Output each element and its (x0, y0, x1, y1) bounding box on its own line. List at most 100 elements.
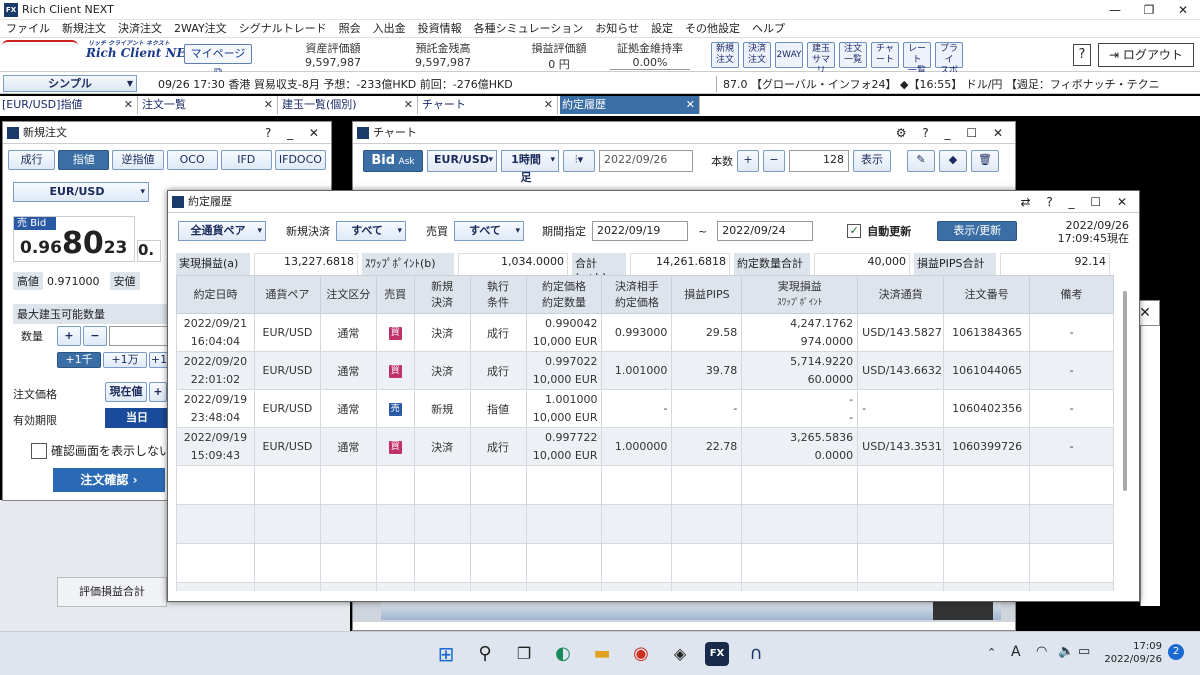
col-header[interactable]: 通貨ペア (253, 275, 321, 314)
chart-period-select[interactable]: 1時間足 (501, 150, 559, 184)
order-type-stop[interactable]: 逆指値 (112, 150, 164, 170)
settle-filter-select[interactable]: すべて (336, 221, 406, 241)
chart-navigator[interactable] (381, 602, 1001, 620)
tab-close-icon[interactable]: ✕ (686, 96, 695, 114)
header-chart-button[interactable]: チャ ート (871, 42, 899, 68)
header-price-board-button[interactable]: プライ スボ (935, 42, 963, 76)
notification-badge[interactable]: 2 (1168, 644, 1184, 660)
menu-2way[interactable]: 2WAY注文 (168, 20, 233, 38)
qty-input[interactable] (109, 326, 169, 346)
period-to-input[interactable]: 2022/09/24 (717, 221, 814, 241)
tab-chart[interactable]: チャート ✕ (420, 96, 558, 114)
confirm-checkbox[interactable] (31, 442, 47, 459)
tray-chevron-icon[interactable]: ⌃ (987, 646, 996, 659)
refresh-button[interactable]: 表示/更新 (937, 221, 1018, 241)
menu-new-order[interactable]: 新規注文 (56, 20, 112, 38)
sell-price-box[interactable]: 売 Bid 0.968023 (13, 216, 135, 262)
bid-ask-toggle[interactable]: Bid Ask (363, 150, 423, 172)
menu-help[interactable]: ヘルプ (746, 20, 791, 38)
eraser-tool-icon[interactable]: ◆ (939, 150, 967, 172)
col-header[interactable]: 実現損益 ｽﾜｯﾌﾟﾎﾟｲﾝﾄ (741, 275, 859, 314)
table-row[interactable]: 2022/09/19 EUR/USD 通常売新規 指値 1.001000- - - -1060… (176, 389, 1114, 428)
pair-filter-select[interactable]: 全通貨ペア (178, 221, 266, 241)
candle-type-icon[interactable]: ⫶▾ (563, 150, 595, 172)
col-header[interactable]: 約定価格 約定数量 (525, 275, 603, 314)
minimize-icon[interactable]: — (1098, 0, 1132, 20)
tab-execution-history[interactable]: 約定履歴 ✕ (560, 96, 700, 114)
side-filter-select[interactable]: すべて (454, 221, 524, 241)
table-row[interactable]: 2022/09/19 EUR/USD 通常買決済 成行 0.997722 1.000000… (176, 427, 1114, 466)
col-header[interactable]: 売買 (375, 275, 415, 314)
col-header[interactable]: 約定日時 (176, 275, 255, 314)
window-controls[interactable]: ⇄ ? _ ☐ ✕ (1021, 191, 1134, 213)
bar-count-plus[interactable]: + (737, 150, 759, 172)
trash-tool-icon[interactable]: 🗑 (971, 150, 999, 172)
header-2way-button[interactable]: 2WAY (775, 42, 803, 68)
col-header[interactable]: 決済相手 約定価格 (601, 275, 673, 314)
tab-close-icon[interactable]: ✕ (404, 96, 413, 114)
order-type-oco[interactable]: OCO (166, 150, 218, 170)
header-new-order-button[interactable]: 新規 注文 (711, 42, 739, 68)
window-controls[interactable]: ? _ ✕ (265, 122, 325, 144)
expiry-select[interactable]: 当日 (105, 408, 169, 428)
bar-count-input[interactable]: 128 (789, 150, 849, 172)
logout-button[interactable]: ⇥ ログアウト (1098, 43, 1194, 67)
auto-update-checkbox[interactable]: ✓ (847, 224, 862, 238)
fx-app-taskbar-icon[interactable]: FX (705, 642, 729, 666)
price-type-button[interactable]: 現在値 (105, 382, 147, 402)
windows-start-icon[interactable]: ⊞ (434, 642, 458, 666)
tab-close-icon[interactable]: ✕ (544, 96, 553, 114)
task-view-icon[interactable]: ❐ (512, 642, 536, 666)
qty-minus-button[interactable]: − (83, 326, 107, 346)
buy-price-box[interactable]: 0. (137, 240, 161, 262)
wifi-icon[interactable]: ◠ (1036, 644, 1047, 659)
chart-pair-select[interactable]: EUR/USD (427, 150, 497, 172)
pen-tool-icon[interactable]: ✎ (907, 150, 935, 172)
tab-position-list[interactable]: 建玉一覧(個別) ✕ (280, 96, 418, 114)
chart-show-button[interactable]: 表示 (853, 150, 891, 172)
menu-settings[interactable]: 設定 (645, 20, 679, 38)
qty-plus-button[interactable]: + (57, 326, 81, 346)
col-header[interactable]: 注文区分 (319, 275, 377, 314)
edge-browser-icon[interactable]: ◐ (551, 642, 575, 666)
chart-date-input[interactable]: 2022/09/26 (599, 150, 693, 172)
navigator-handle[interactable] (933, 602, 993, 620)
economic-news-ticker[interactable]: 09/26 17:30 香港 貿易収支-8月 予想：-233億HKD 前回：-2… (158, 76, 513, 92)
menu-investment-info[interactable]: 投資情報 (412, 20, 468, 38)
tab-close-icon[interactable]: ✕ (124, 96, 133, 114)
view-mode-select[interactable]: シンプル ▼ (3, 75, 137, 92)
tab-order-list[interactable]: 注文一覧 ✕ (140, 96, 278, 114)
period-from-input[interactable]: 2022/09/19 (592, 221, 688, 241)
col-header[interactable]: 新規 決済 (413, 275, 471, 314)
menu-other-settings[interactable]: その他設定 (679, 20, 746, 38)
header-rate-list-button[interactable]: レート 一覧 (903, 42, 931, 76)
tab-eurusd-limit[interactable]: [EUR/USD]指値 ✕ (0, 96, 138, 114)
ime-indicator[interactable]: A (1011, 644, 1021, 660)
app-taskbar-icon[interactable]: ∩ (744, 642, 768, 666)
quick-qty-more[interactable]: +1 (149, 352, 169, 368)
tab-close-icon[interactable]: ✕ (264, 96, 273, 114)
col-header[interactable]: 損益PIPS (671, 275, 743, 314)
app-pin-icon[interactable]: ◈ (668, 642, 692, 666)
maximize-icon[interactable]: ❐ (1132, 0, 1166, 20)
speaker-icon[interactable]: 🔈 (1058, 644, 1074, 659)
col-header[interactable]: 備考 (1029, 275, 1114, 314)
menu-simulation[interactable]: 各種シミュレーション (468, 20, 590, 38)
menu-settle-order[interactable]: 決済注文 (112, 20, 168, 38)
table-row[interactable]: 2022/09/20 EUR/USD 通常買決済 成行 0.997022 1.001000… (176, 351, 1114, 390)
menu-inquiry[interactable]: 照会 (333, 20, 367, 38)
menu-news[interactable]: お知らせ (589, 20, 645, 38)
header-position-summary-button[interactable]: 建玉 サマリ (807, 42, 835, 76)
menu-signal-trade[interactable]: シグナルトレード (233, 20, 333, 38)
file-explorer-icon[interactable]: ▬ (590, 642, 614, 666)
menu-deposit[interactable]: 入出金 (367, 20, 412, 38)
order-confirm-button[interactable]: 注文確認 › (53, 468, 165, 492)
order-type-market[interactable]: 成行 (8, 150, 56, 170)
table-row[interactable]: 2022/09/21 EUR/USD 通常買決済 成行 0.990042 0.993000… (176, 313, 1114, 352)
bar-count-minus[interactable]: − (763, 150, 785, 172)
currency-pair-select[interactable]: EUR/USD (13, 182, 149, 202)
chart-scrollbar[interactable] (353, 600, 1015, 622)
quick-qty-1k[interactable]: +1千 (57, 352, 101, 368)
col-header[interactable]: 注文番号 (943, 275, 1031, 314)
quick-qty-10k[interactable]: +1万 (103, 352, 147, 368)
